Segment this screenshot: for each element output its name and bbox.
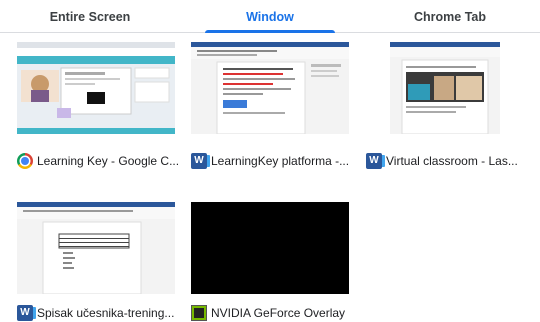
window-tile[interactable]: W Spisak učesnika-trening... <box>17 202 179 322</box>
window-thumbnail <box>390 42 500 134</box>
window-tile[interactable]: W Virtual classroom - Las... <box>366 42 526 177</box>
window-thumbnail <box>17 42 175 134</box>
word-icon: W <box>17 305 36 321</box>
window-title: Virtual classroom - Las... <box>386 154 518 168</box>
window-title: Learning Key - Google C... <box>37 154 180 168</box>
window-thumbnail <box>17 202 175 294</box>
window-thumbnail <box>191 202 349 294</box>
window-tile[interactable]: NVIDIA GeForce Overlay <box>191 202 353 322</box>
word-icon: W <box>366 153 385 169</box>
nvidia-icon <box>191 305 207 321</box>
window-thumbnail <box>191 42 349 134</box>
window-title-row: W LearningKey platforma -... <box>191 152 353 170</box>
tab-chrome-tab[interactable]: Chrome Tab <box>360 0 540 32</box>
tab-window[interactable]: Window <box>180 0 360 32</box>
active-tab-indicator <box>205 30 335 33</box>
window-title: NVIDIA GeForce Overlay <box>211 306 346 320</box>
source-tabs: Entire Screen Window Chrome Tab <box>0 0 540 33</box>
window-title-row: W Virtual classroom - Las... <box>366 152 526 170</box>
window-title-row: NVIDIA GeForce Overlay <box>191 304 353 322</box>
window-tile[interactable]: Learning Key - Google C... <box>17 42 180 177</box>
window-title-row: Learning Key - Google C... <box>17 152 180 170</box>
window-title: Spisak učesnika-trening... <box>37 306 175 320</box>
chrome-icon <box>17 153 33 169</box>
word-icon: W <box>191 153 210 169</box>
window-tile[interactable]: W LearningKey platforma -... <box>191 42 353 177</box>
tab-entire-screen[interactable]: Entire Screen <box>0 0 180 32</box>
window-title: LearningKey platforma -... <box>211 154 350 168</box>
window-title-row: W Spisak učesnika-trening... <box>17 304 179 322</box>
